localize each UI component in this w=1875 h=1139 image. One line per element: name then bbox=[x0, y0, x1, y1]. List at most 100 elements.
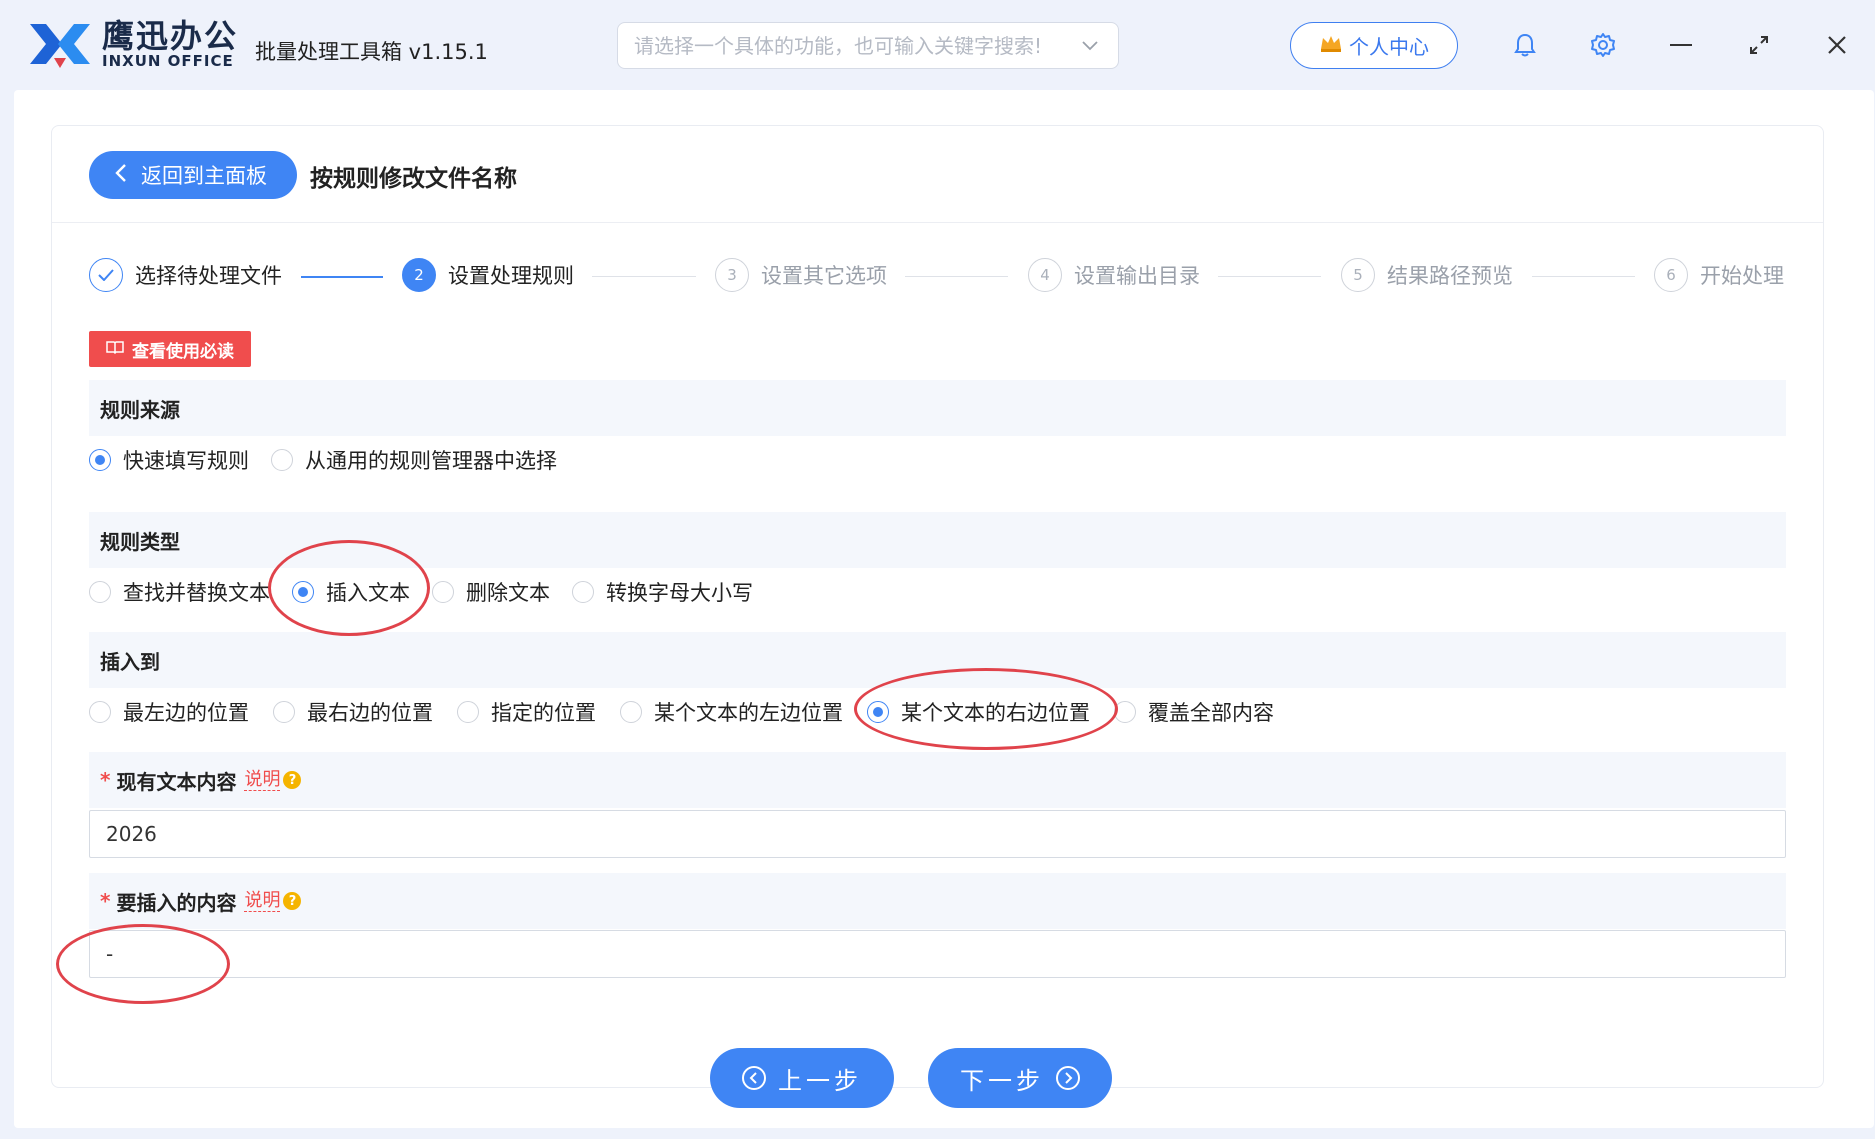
step-connector bbox=[905, 276, 1008, 277]
rule-type-options: 查找并替换文本 插入文本 删除文本 转换字母大小写 bbox=[89, 572, 775, 612]
radio-icon[interactable] bbox=[457, 701, 479, 723]
radio-rightmost[interactable]: 最右边的位置 bbox=[273, 697, 433, 727]
step-4: 4 设置输出目录 bbox=[1028, 258, 1200, 292]
rule-source-options: 快速填写规则 从通用的规则管理器中选择 bbox=[89, 440, 579, 480]
header-divider bbox=[52, 222, 1823, 223]
insert-to-header: 插入到 bbox=[89, 632, 1786, 688]
logo-cn: 鹰迅办公 bbox=[102, 17, 239, 55]
step-connector bbox=[1218, 276, 1321, 277]
radio-label: 覆盖全部内容 bbox=[1148, 701, 1274, 725]
insert-content-input[interactable] bbox=[89, 930, 1786, 978]
radio-label: 查找并替换文本 bbox=[123, 581, 270, 605]
chevron-right-circle-icon bbox=[1056, 1066, 1080, 1090]
user-center-label: 个人中心 bbox=[1349, 35, 1429, 59]
logo-en: INXUN OFFICE bbox=[102, 52, 234, 70]
radio-icon[interactable] bbox=[273, 701, 295, 723]
step-6: 6 开始处理 bbox=[1654, 258, 1784, 292]
chevron-down-icon[interactable] bbox=[1078, 34, 1102, 58]
chevron-left-circle-icon bbox=[742, 1066, 766, 1090]
step-3: 3 设置其它选项 bbox=[715, 258, 887, 292]
radio-find-replace[interactable]: 查找并替换文本 bbox=[89, 577, 270, 607]
radio-leftmost[interactable]: 最左边的位置 bbox=[89, 697, 249, 727]
app-logo: 鹰迅办公 INXUN OFFICE bbox=[26, 18, 238, 70]
step-label: 设置其它选项 bbox=[761, 264, 887, 288]
step-label: 设置输出目录 bbox=[1074, 264, 1200, 288]
insert-content-label: 要插入的内容 bbox=[116, 890, 237, 915]
radio-specified-position[interactable]: 指定的位置 bbox=[457, 697, 596, 727]
title-bar: 鹰迅办公 INXUN OFFICE 批量处理工具箱 v1.15.1 个人中心 bbox=[0, 0, 1875, 90]
back-to-main-button[interactable]: 返回到主面板 bbox=[89, 151, 297, 199]
read-notice-button[interactable]: 查看使用必读 bbox=[89, 331, 251, 367]
radio-icon[interactable] bbox=[620, 701, 642, 723]
radio-selected-icon[interactable] bbox=[89, 449, 111, 471]
radio-rule-manager[interactable]: 从通用的规则管理器中选择 bbox=[271, 445, 557, 475]
radio-label: 删除文本 bbox=[466, 581, 550, 605]
radio-label: 某个文本的左边位置 bbox=[654, 701, 843, 725]
step-2: 2 设置处理规则 bbox=[402, 258, 574, 292]
step-label: 结果路径预览 bbox=[1387, 264, 1513, 288]
radio-icon[interactable] bbox=[271, 449, 293, 471]
insert-to-options: 最左边的位置 最右边的位置 指定的位置 某个文本的左边位置 某个文本的右边位置 … bbox=[89, 692, 1296, 732]
radio-label: 指定的位置 bbox=[491, 701, 596, 725]
step-label: 设置处理规则 bbox=[448, 264, 574, 288]
required-mark: * bbox=[100, 889, 111, 913]
radio-label: 最左边的位置 bbox=[123, 701, 249, 725]
insert-content-header: * 要插入的内容 说明 ? bbox=[89, 873, 1786, 929]
close-icon[interactable] bbox=[1820, 28, 1854, 62]
radio-icon[interactable] bbox=[89, 701, 111, 723]
step-label: 选择待处理文件 bbox=[135, 264, 282, 288]
radio-left-of-text[interactable]: 某个文本的左边位置 bbox=[620, 697, 843, 727]
question-icon[interactable]: ? bbox=[283, 892, 302, 910]
step-number: 5 bbox=[1341, 258, 1375, 292]
next-step-button[interactable]: 下一步 bbox=[928, 1048, 1112, 1108]
step-number: 4 bbox=[1028, 258, 1062, 292]
radio-label: 某个文本的右边位置 bbox=[901, 701, 1090, 725]
step-5: 5 结果路径预览 bbox=[1341, 258, 1513, 292]
step-connector bbox=[1532, 276, 1635, 277]
next-label: 下一步 bbox=[960, 1066, 1044, 1095]
question-icon[interactable]: ? bbox=[283, 771, 302, 789]
radio-label: 插入文本 bbox=[326, 581, 410, 605]
step-1: 选择待处理文件 bbox=[89, 258, 282, 292]
back-label: 返回到主面板 bbox=[141, 164, 267, 188]
required-mark: * bbox=[100, 768, 111, 792]
prev-step-button[interactable]: 上一步 bbox=[710, 1048, 894, 1108]
step-connector bbox=[301, 276, 383, 278]
radio-selected-icon[interactable] bbox=[867, 701, 889, 723]
check-icon bbox=[89, 258, 123, 292]
radio-convert-case[interactable]: 转换字母大小写 bbox=[572, 577, 753, 607]
search-input[interactable] bbox=[634, 33, 1078, 58]
existing-text-header: * 现有文本内容 说明 ? bbox=[89, 752, 1786, 808]
maximize-icon[interactable] bbox=[1742, 28, 1776, 62]
radio-icon[interactable] bbox=[89, 581, 111, 603]
step-number: 2 bbox=[402, 258, 436, 292]
step-label: 开始处理 bbox=[1700, 264, 1784, 288]
logo-mark-icon bbox=[26, 18, 94, 70]
page-title: 按规则修改文件名称 bbox=[310, 166, 517, 192]
radio-icon[interactable] bbox=[572, 581, 594, 603]
search-box[interactable] bbox=[617, 22, 1119, 69]
radio-quick-fill[interactable]: 快速填写规则 bbox=[89, 445, 249, 475]
notice-label: 查看使用必读 bbox=[132, 341, 234, 362]
chevron-left-icon bbox=[115, 163, 127, 188]
radio-icon[interactable] bbox=[1114, 701, 1136, 723]
gear-icon[interactable] bbox=[1586, 28, 1620, 62]
radio-label: 最右边的位置 bbox=[307, 701, 433, 725]
help-link[interactable]: 说明 bbox=[244, 769, 281, 791]
bell-icon[interactable] bbox=[1508, 28, 1542, 62]
radio-selected-icon[interactable] bbox=[292, 581, 314, 603]
step-connector bbox=[592, 276, 696, 277]
radio-delete-text[interactable]: 删除文本 bbox=[432, 577, 550, 607]
help-link[interactable]: 说明 bbox=[244, 890, 281, 912]
radio-icon[interactable] bbox=[432, 581, 454, 603]
existing-text-input[interactable] bbox=[89, 810, 1786, 858]
existing-text-label: 现有文本内容 bbox=[116, 769, 237, 794]
radio-insert-text[interactable]: 插入文本 bbox=[292, 577, 410, 607]
radio-overwrite-all[interactable]: 覆盖全部内容 bbox=[1114, 697, 1274, 727]
prev-label: 上一步 bbox=[778, 1066, 862, 1095]
radio-right-of-text[interactable]: 某个文本的右边位置 bbox=[867, 697, 1090, 727]
user-center-button[interactable]: 个人中心 bbox=[1290, 22, 1458, 69]
minimize-icon[interactable] bbox=[1664, 28, 1698, 62]
rule-type-header: 规则类型 bbox=[89, 512, 1786, 568]
crown-icon bbox=[1319, 33, 1343, 58]
